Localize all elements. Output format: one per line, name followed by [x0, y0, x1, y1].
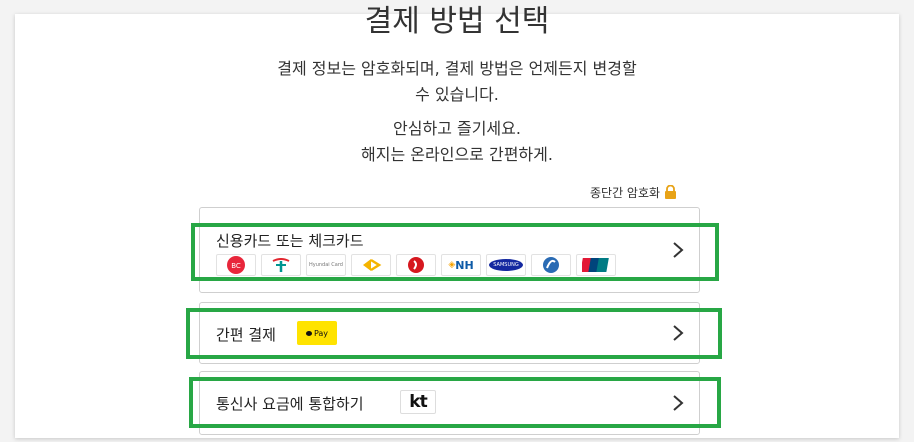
kb-card-logo: [351, 254, 391, 276]
kakaopay-logo: Pay: [297, 321, 337, 345]
credit-card-option[interactable]: 신용카드 또는 체크카드 BC Hyundai Card ◈ NH SAMSUNG: [199, 207, 700, 293]
lotte-card-logo: [396, 254, 436, 276]
kakao-bubble-icon: [305, 330, 312, 336]
encryption-notice: 종단간 암호화: [590, 184, 677, 201]
svg-text:BC: BC: [231, 262, 241, 270]
easy-pay-option[interactable]: 간편 결제 Pay: [199, 302, 700, 364]
page-subtitle: 결제 정보는 암호화되며, 결제 방법은 언제든지 변경할 수 있습니다.: [0, 56, 914, 108]
kakaopay-text: Pay: [313, 328, 329, 338]
chevron-right-icon: [673, 395, 684, 411]
subtitle-line-2: 수 있습니다.: [415, 85, 499, 104]
credit-card-label: 신용카드 또는 체크카드: [216, 232, 364, 250]
tagline-line-2: 해지는 온라인으로 간편하게.: [361, 145, 553, 164]
hana-card-logo: [261, 254, 301, 276]
nh-card-logo: ◈ NH: [441, 254, 481, 276]
encryption-label: 종단간 암호화: [590, 186, 661, 200]
lock-icon: [665, 185, 677, 199]
chevron-right-icon: [673, 242, 684, 258]
hyundai-card-logo: Hyundai Card: [306, 254, 346, 276]
chevron-right-icon: [673, 325, 684, 341]
page-title: 결제 방법 선택: [364, 4, 550, 39]
kt-logo: kt: [400, 390, 436, 414]
carrier-billing-label: 통신사 요금에 통합하기: [216, 395, 364, 413]
tagline-line-1: 안심하고 즐기세요.: [393, 119, 521, 138]
subtitle-line-1: 결제 정보는 암호화되며, 결제 방법은 언제든지 변경할: [277, 59, 637, 78]
easy-pay-label: 간편 결제: [216, 326, 276, 344]
unionpay-card-logo: [576, 254, 616, 276]
shinhan-card-logo: [531, 254, 571, 276]
page-tagline: 안심하고 즐기세요. 해지는 온라인으로 간편하게.: [0, 116, 914, 168]
carrier-billing-option[interactable]: 통신사 요금에 통합하기 kt: [199, 371, 700, 435]
card-logo-row: BC Hyundai Card ◈ NH SAMSUNG: [216, 254, 616, 276]
bc-card-logo: BC: [216, 254, 256, 276]
samsung-card-logo: SAMSUNG: [486, 254, 526, 276]
